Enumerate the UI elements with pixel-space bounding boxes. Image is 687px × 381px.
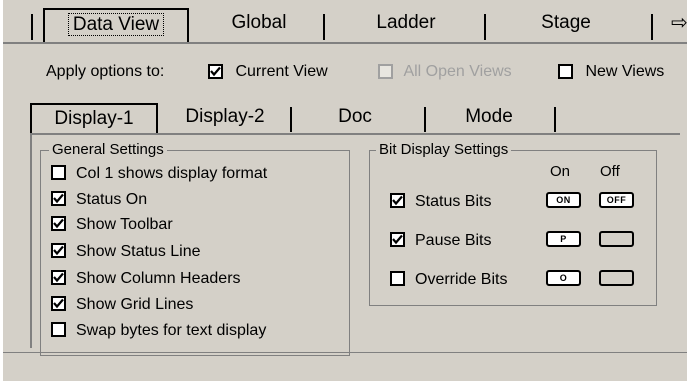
all-open-views-option[interactable]: All Open Views — [378, 60, 512, 84]
option-show-toolbar[interactable]: Show Toolbar — [51, 214, 173, 236]
checkmark-icon — [392, 234, 403, 245]
option-swap-bytes[interactable]: Swap bytes for text display — [51, 320, 266, 342]
option-col1-display-format[interactable]: Col 1 shows display format — [51, 163, 267, 185]
dialog-body: Data View Global Ladder Stage ⇨ Apply op… — [3, 0, 687, 381]
option-label: Show Toolbar — [76, 216, 173, 233]
option-label: Override Bits — [415, 271, 508, 288]
tab-label: Mode — [465, 106, 513, 127]
tab-label: Ladder — [376, 12, 436, 33]
option-show-column-headers[interactable]: Show Column Headers — [51, 268, 241, 290]
off-column-header: Off — [600, 163, 620, 180]
option-status-bits[interactable]: Status Bits — [390, 191, 491, 213]
dialog-bottom-edge — [3, 352, 687, 353]
tab-divider — [554, 107, 556, 132]
tab-label: Display-1 — [54, 108, 134, 129]
bit-display-settings-group: Bit Display Settings On Off Status Bits … — [369, 140, 657, 306]
option-override-bits[interactable]: Override Bits — [390, 269, 507, 291]
override-bits-off-button[interactable] — [599, 270, 634, 286]
tab-global[interactable]: Global — [199, 8, 319, 42]
checkbox[interactable] — [51, 243, 66, 258]
tab-label: Doc — [338, 106, 372, 127]
option-label: Show Grid Lines — [76, 296, 194, 313]
option-pause-bits[interactable]: Pause Bits — [390, 230, 491, 252]
option-show-status-line[interactable]: Show Status Line — [51, 241, 201, 263]
on-column-header: On — [550, 163, 571, 180]
checkmark-icon — [53, 193, 64, 204]
tab-label: Display-2 — [185, 106, 265, 127]
tab-doc[interactable]: Doc — [294, 103, 416, 134]
tab-stage[interactable]: Stage — [491, 8, 641, 42]
tab-display-1[interactable]: Display-1 — [30, 103, 158, 134]
checkmark-icon — [210, 67, 221, 77]
general-settings-group: General Settings Col 1 shows display for… — [40, 140, 350, 356]
pause-bits-off-button[interactable] — [599, 231, 634, 247]
all-open-views-label: All Open Views — [403, 63, 512, 80]
status-bits-on-button[interactable]: ON — [546, 192, 581, 208]
pause-bits-on-button[interactable]: P — [546, 231, 581, 247]
current-view-label: Current View — [235, 63, 328, 80]
tab-label: Data View — [67, 13, 165, 36]
tab-label: Stage — [541, 12, 591, 33]
checkbox[interactable] — [51, 270, 66, 285]
tab-ladder[interactable]: Ladder — [331, 8, 481, 42]
option-label: Status On — [76, 191, 148, 208]
tab-divider — [323, 14, 325, 40]
option-label: Swap bytes for text display — [76, 322, 267, 339]
checkbox[interactable] — [390, 193, 405, 208]
current-view-option[interactable]: Current View — [208, 60, 328, 84]
checkmark-icon — [53, 245, 64, 256]
general-settings-title: General Settings — [49, 140, 167, 160]
checkmark-icon — [53, 272, 64, 283]
checkbox[interactable] — [51, 216, 66, 231]
option-label: Show Column Headers — [76, 270, 241, 287]
override-bits-on-button[interactable]: O — [546, 270, 581, 286]
checkbox[interactable] — [390, 271, 405, 286]
all-open-views-checkbox[interactable] — [378, 64, 393, 80]
checkmark-icon — [53, 218, 64, 229]
tab-label: Global — [231, 12, 287, 33]
tab-scroll-arrow-icon[interactable]: ⇨ — [671, 10, 687, 36]
options-dialog: Data View Global Ladder Stage ⇨ Apply op… — [0, 0, 687, 381]
tab-divider — [651, 14, 653, 40]
bit-display-settings-title: Bit Display Settings — [376, 140, 512, 160]
checkmark-icon — [392, 195, 403, 206]
tab-mode[interactable]: Mode — [428, 103, 550, 134]
checkbox[interactable] — [390, 232, 405, 247]
option-label: Col 1 shows display format — [76, 165, 268, 182]
tab-divider — [424, 107, 426, 132]
apply-label: Apply options to: — [46, 63, 165, 80]
tab-data-view[interactable]: Data View — [43, 8, 189, 42]
option-label: Status Bits — [415, 193, 492, 210]
tab-underline — [3, 42, 687, 44]
current-view-checkbox[interactable] — [208, 64, 223, 80]
checkbox[interactable] — [51, 296, 66, 311]
tab-display-2[interactable]: Display-2 — [164, 103, 286, 134]
status-bits-off-button[interactable]: OFF — [599, 192, 634, 208]
checkbox[interactable] — [51, 191, 66, 206]
tab-divider — [290, 107, 292, 132]
option-status-on[interactable]: Status On — [51, 189, 147, 211]
new-views-label: New Views — [585, 63, 665, 80]
tab-divider — [484, 14, 486, 40]
checkmark-icon — [53, 298, 64, 309]
new-views-option[interactable]: New Views — [558, 60, 664, 84]
option-label: Pause Bits — [415, 232, 492, 249]
option-show-grid-lines[interactable]: Show Grid Lines — [51, 294, 193, 316]
tab-divider — [31, 14, 33, 40]
checkbox[interactable] — [51, 322, 66, 337]
option-label: Show Status Line — [76, 243, 201, 260]
checkbox[interactable] — [51, 165, 66, 180]
new-views-checkbox[interactable] — [558, 64, 573, 80]
